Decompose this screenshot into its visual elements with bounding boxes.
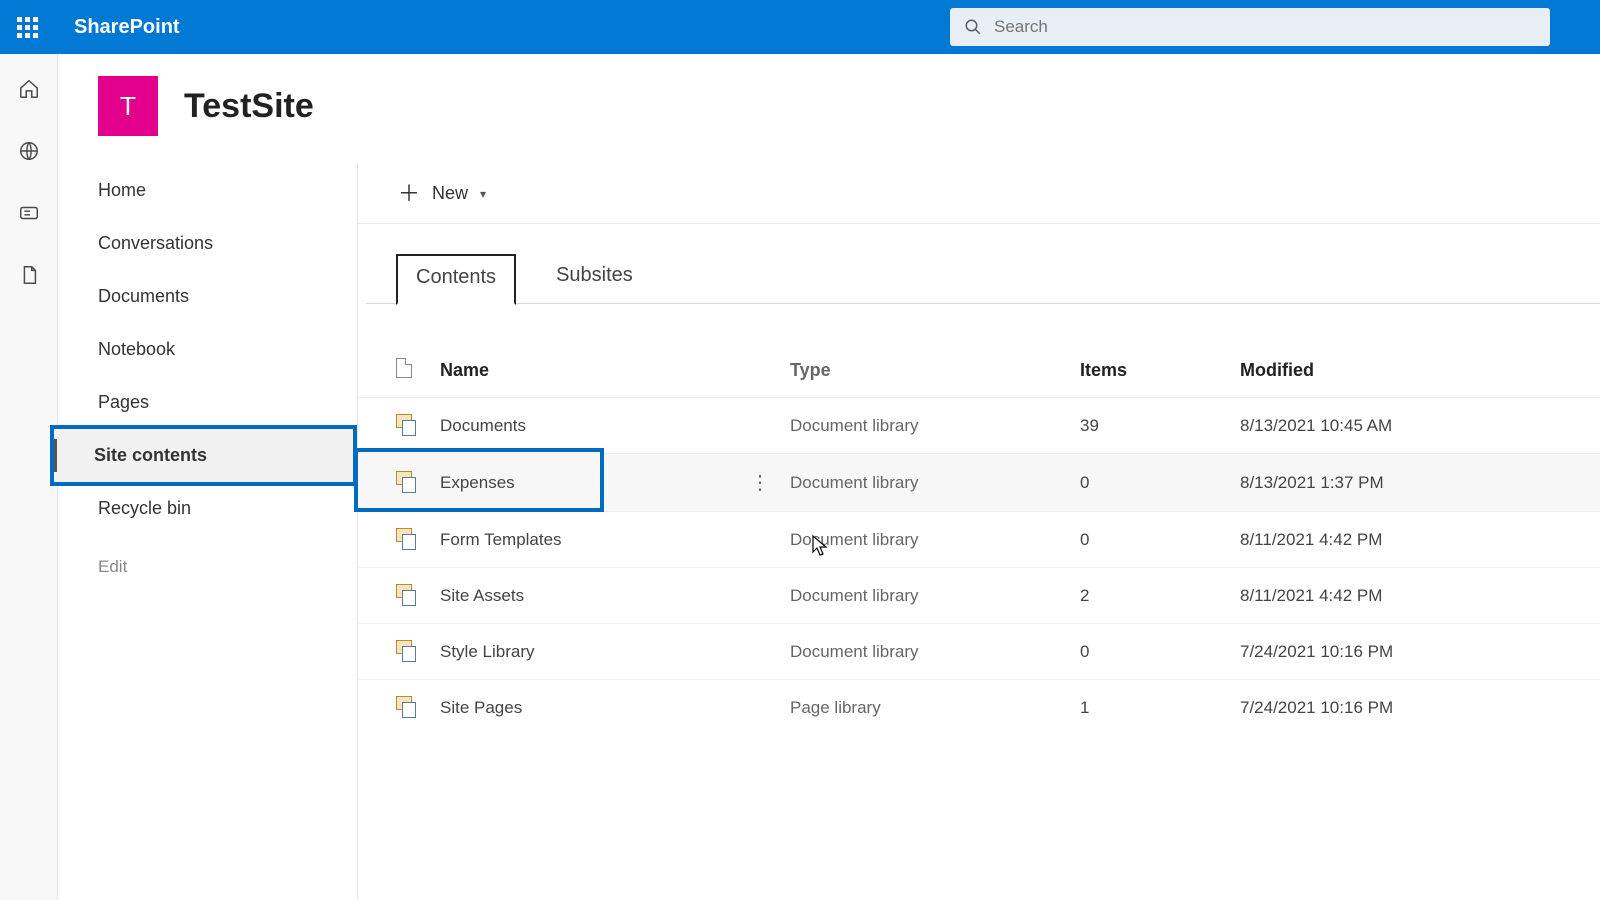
pivot-tabs: Contents Subsites [366,224,1600,304]
cell-type: Document library [780,624,1070,680]
cell-items: 39 [1070,398,1230,454]
col-header-modified[interactable]: Modified [1230,344,1600,398]
site-title[interactable]: TestSite [184,87,314,126]
nav-item-home[interactable]: Home [58,164,357,217]
app-launcher-icon[interactable] [10,10,44,44]
home-icon[interactable] [16,76,42,102]
left-nav: HomeConversationsDocumentsNotebookPagesS… [58,164,358,900]
cell-modified: 8/11/2021 4:42 PM [1230,568,1600,624]
library-icon [396,640,416,658]
cell-modified: 7/24/2021 10:16 PM [1230,624,1600,680]
cell-items: 0 [1070,624,1230,680]
cell-name[interactable]: Documents [430,398,740,454]
cell-items: 2 [1070,568,1230,624]
files-icon[interactable] [16,262,42,288]
site-logo[interactable]: T [98,76,158,136]
new-button-label: New [432,183,468,204]
command-bar: ＋ New ▾ [358,164,1600,224]
cell-type: Document library [780,512,1070,568]
library-icon [396,414,416,432]
cell-modified: 8/11/2021 4:42 PM [1230,512,1600,568]
search-icon [964,18,982,36]
globe-icon[interactable] [16,138,42,164]
cell-name[interactable]: Site Assets [430,568,740,624]
tab-subsites[interactable]: Subsites [538,254,651,303]
library-icon [396,471,416,489]
tab-contents[interactable]: Contents [396,254,516,305]
table-row[interactable]: Documents Document library398/13/2021 10:… [358,398,1600,454]
nav-item-site-contents[interactable]: Site contents [54,429,353,482]
search-input[interactable] [994,17,1536,37]
waffle-icon [17,17,38,38]
cell-items: 0 [1070,512,1230,568]
nav-item-documents[interactable]: Documents [58,270,357,323]
site-header: T TestSite [58,54,1600,164]
cell-name[interactable]: Site Pages [430,680,740,736]
new-button[interactable]: ＋ New ▾ [398,183,486,205]
table-row[interactable]: Expenses ⋮ Document library08/13/2021 1:37… [358,454,1600,512]
cell-items: 0 [1070,454,1230,512]
cell-name[interactable]: Expenses [430,454,740,512]
highlight-site-contents: Site contents [50,425,357,486]
library-icon [396,528,416,546]
cell-items: 1 [1070,680,1230,736]
library-icon [396,584,416,602]
col-header-type[interactable]: Type [780,344,1070,398]
library-icon [396,696,416,714]
brand-label[interactable]: SharePoint [74,16,180,39]
cell-type: Page library [780,680,1070,736]
main-content: ＋ New ▾ Contents Subsites Name [358,164,1600,900]
col-header-items[interactable]: Items [1070,344,1230,398]
nav-edit-link[interactable]: Edit [58,541,357,593]
contents-table: Name Type Items Modified DocumentsDocume… [358,344,1600,735]
nav-item-notebook[interactable]: Notebook [58,323,357,376]
table-row[interactable]: Site Pages Page library17/24/2021 10:16 P… [358,680,1600,736]
search-box[interactable] [950,8,1550,46]
cell-type: Document library [780,398,1070,454]
cell-modified: 8/13/2021 1:37 PM [1230,454,1600,512]
table-row[interactable]: Site Assets Document library28/11/2021 4:… [358,568,1600,624]
nav-item-pages[interactable]: Pages [58,376,357,429]
col-header-name[interactable]: Name [430,344,740,398]
nav-item-conversations[interactable]: Conversations [58,217,357,270]
plus-icon: ＋ [398,183,420,205]
cell-modified: 8/13/2021 10:45 AM [1230,398,1600,454]
row-more-icon[interactable]: ⋮ [750,472,770,494]
cell-type: Document library [780,568,1070,624]
cell-type: Document library [780,454,1070,512]
news-icon[interactable] [16,200,42,226]
cell-modified: 7/24/2021 10:16 PM [1230,680,1600,736]
chevron-down-icon: ▾ [480,187,486,201]
table-row[interactable]: Style Library Document library07/24/2021 … [358,624,1600,680]
suite-header: SharePoint [0,0,1600,54]
table-row[interactable]: Form Templates Document library08/11/2021… [358,512,1600,568]
cell-name[interactable]: Form Templates [430,512,740,568]
cell-name[interactable]: Style Library [430,624,740,680]
nav-item-recycle-bin[interactable]: Recycle bin [58,482,357,535]
doc-type-header-icon [396,358,412,378]
